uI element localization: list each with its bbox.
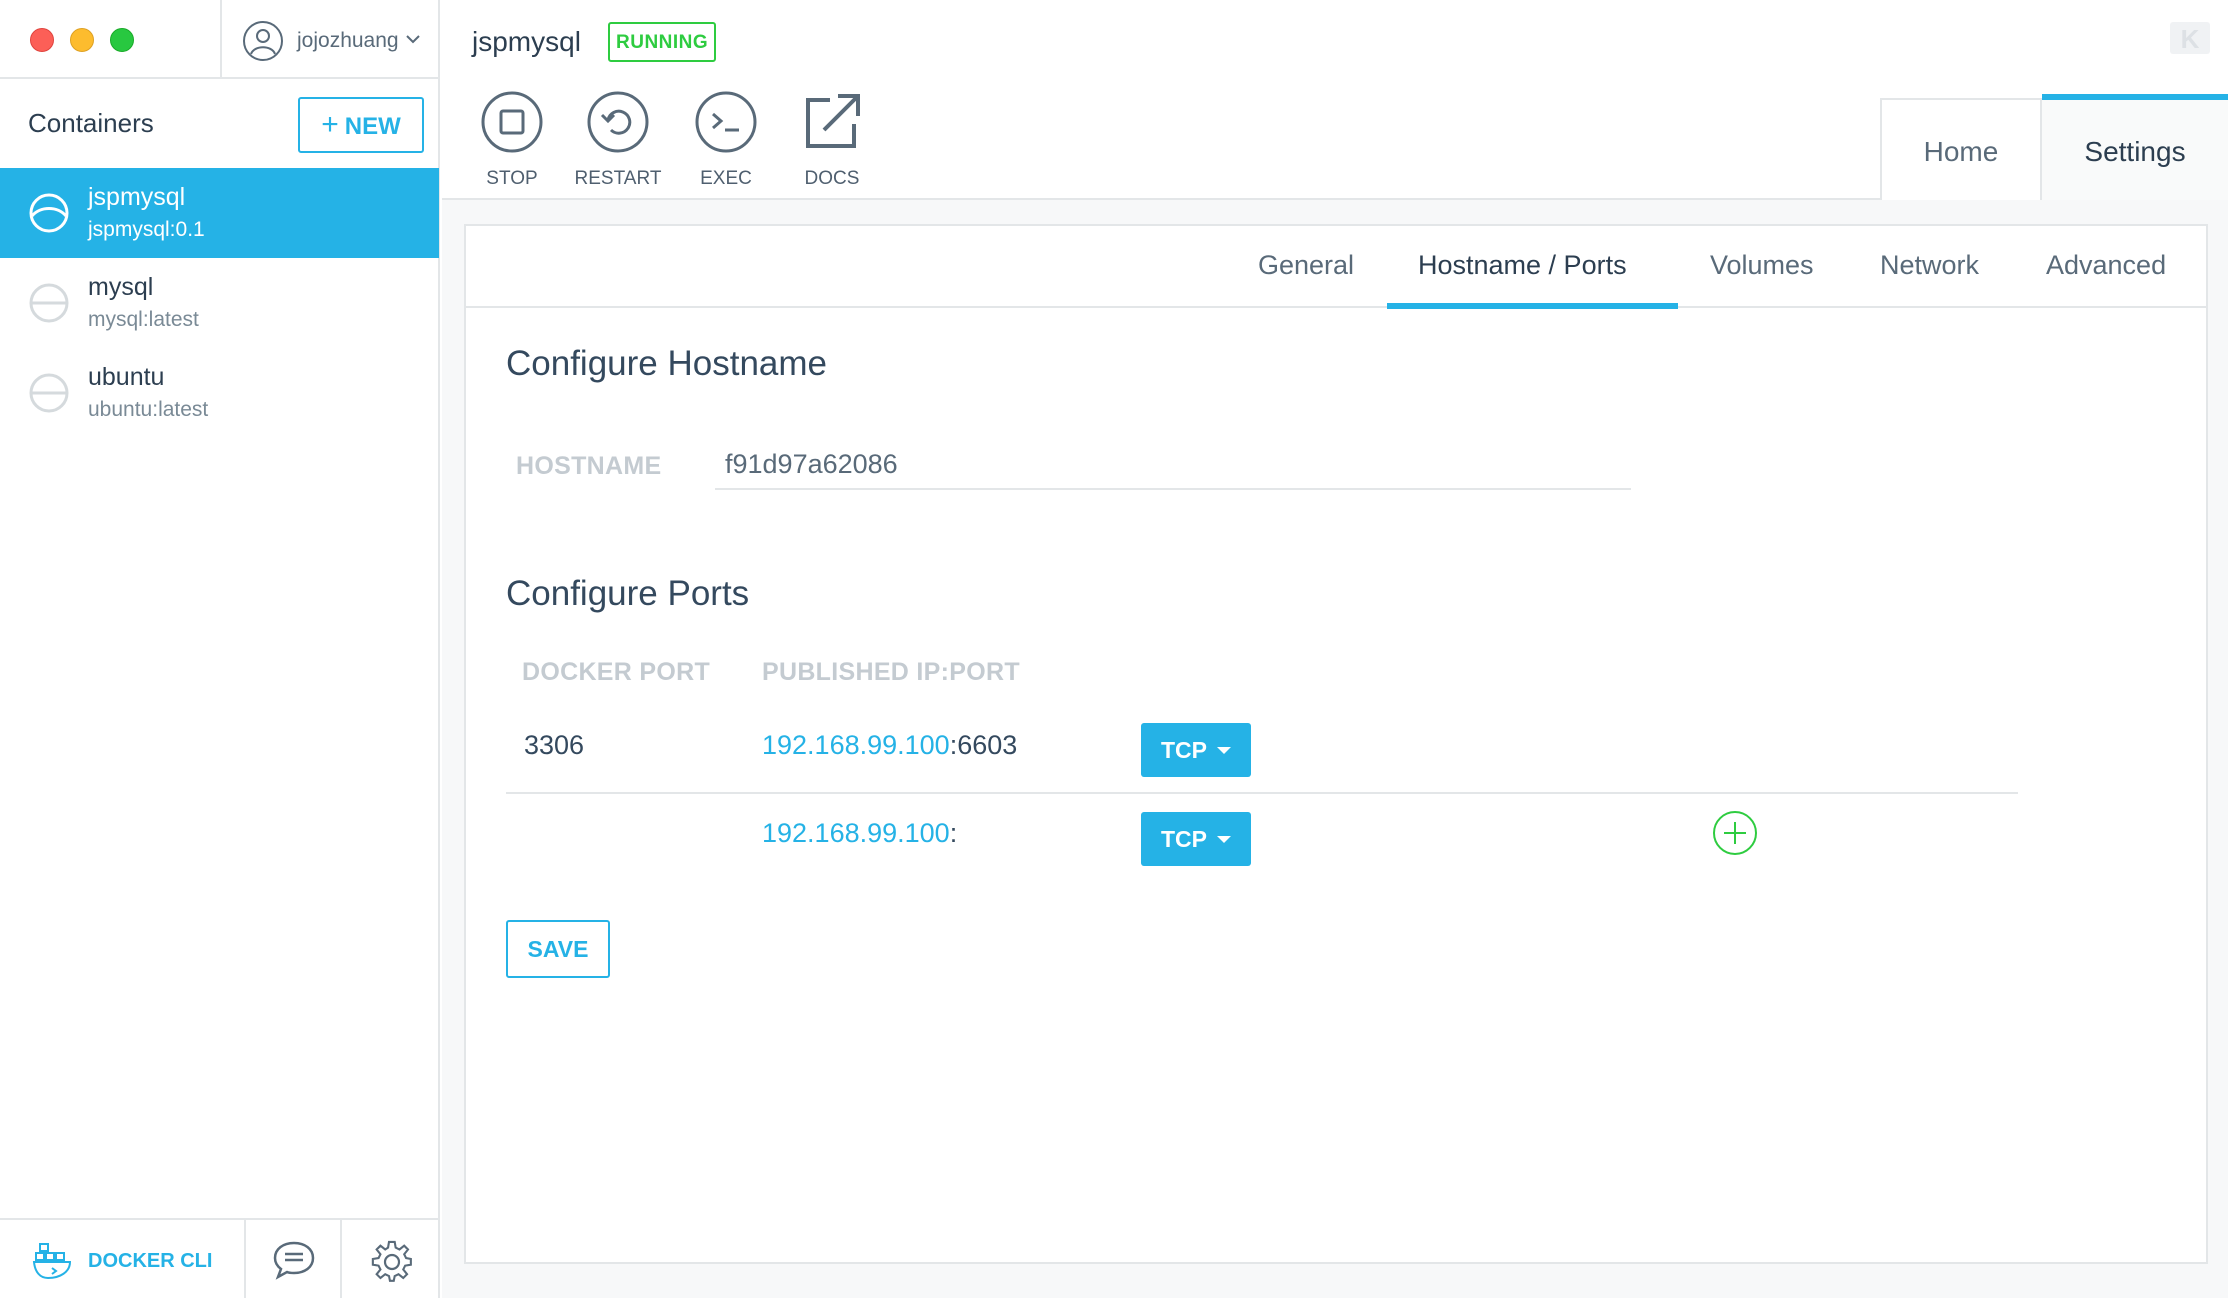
restart-icon xyxy=(587,91,649,153)
caret-down-icon xyxy=(1217,836,1231,843)
container-name: ubuntu xyxy=(88,363,165,391)
restart-button[interactable]: RESTART xyxy=(568,90,668,190)
chat-bubble-icon xyxy=(273,1241,315,1280)
sidebar-footer: DOCKER CLI xyxy=(0,1218,440,1298)
docker-cli-button[interactable]: DOCKER CLI xyxy=(0,1220,246,1298)
tab-settings[interactable]: Settings xyxy=(2042,94,2228,200)
hostname-input[interactable] xyxy=(715,440,1631,490)
published-port-value: 192.168.99.100:6603 xyxy=(762,730,1018,760)
svg-text:K: K xyxy=(2181,24,2200,54)
add-circle-icon[interactable] xyxy=(1712,810,1758,861)
plus-icon: + xyxy=(321,108,339,141)
terminal-icon xyxy=(695,91,757,153)
settings-subtabs: General Hostname / Ports Volumes Network… xyxy=(466,226,2206,309)
new-published-port: 192.168.99.100: xyxy=(762,818,958,848)
published-port-column-header: PUBLISHED IP:PORT xyxy=(762,658,1020,686)
kitematic-logo: K xyxy=(2168,20,2212,61)
docs-button[interactable]: DOCS xyxy=(782,90,882,190)
container-header: jspmysql RUNNING K STOP RESTART EXEC DOC… xyxy=(442,0,2228,200)
settings-panel: General Hostname / Ports Volumes Network… xyxy=(464,224,2208,1264)
stop-button[interactable]: STOP xyxy=(462,90,562,190)
gear-icon xyxy=(371,1240,412,1282)
stopped-status-icon xyxy=(28,282,70,329)
subtab-general[interactable]: General xyxy=(1258,250,1354,281)
container-item-mysql[interactable]: mysql mysql:latest xyxy=(0,258,439,348)
port-row-divider xyxy=(506,792,2018,794)
chevron-down-icon xyxy=(405,32,421,50)
docker-cli-label: DOCKER CLI xyxy=(88,1250,213,1272)
stop-label: STOP xyxy=(486,168,538,189)
container-image: mysql:latest xyxy=(88,308,199,331)
feedback-button[interactable] xyxy=(246,1220,342,1298)
configure-ports-heading: Configure Ports xyxy=(506,574,750,613)
container-image: jspmysql:0.1 xyxy=(88,218,205,241)
subtab-volumes[interactable]: Volumes xyxy=(1710,250,1814,281)
close-window-button[interactable] xyxy=(30,28,54,52)
published-port-number[interactable]: 6603 xyxy=(957,730,1017,760)
subtab-advanced[interactable]: Advanced xyxy=(2046,250,2166,281)
save-button[interactable]: SAVE xyxy=(506,920,610,978)
minimize-window-button[interactable] xyxy=(70,28,94,52)
subtab-hostname-ports[interactable]: Hostname / Ports xyxy=(1418,250,1627,281)
running-status-icon xyxy=(28,192,70,239)
protocol-dropdown[interactable]: TCP xyxy=(1141,723,1251,777)
published-ip-link[interactable]: 192.168.99.100 xyxy=(762,730,950,760)
container-title: jspmysql xyxy=(472,26,581,57)
published-ip-link[interactable]: 192.168.99.100 xyxy=(762,818,950,848)
new-container-button[interactable]: + NEW xyxy=(298,97,424,153)
subtab-network[interactable]: Network xyxy=(1880,250,1979,281)
docker-port-column-header: DOCKER PORT xyxy=(522,658,711,686)
caret-down-icon xyxy=(1217,747,1231,754)
active-subtab-indicator xyxy=(1387,303,1678,309)
status-badge: RUNNING xyxy=(608,22,717,62)
container-name: jspmysql xyxy=(88,183,186,211)
restart-label: RESTART xyxy=(574,168,662,189)
container-item-jspmysql[interactable]: jspmysql jspmysql:0.1 xyxy=(0,168,439,258)
zoom-window-button[interactable] xyxy=(110,28,134,52)
tab-home[interactable]: Home xyxy=(1880,98,2042,200)
user-name: jojozhuang xyxy=(297,29,399,52)
preferences-button[interactable] xyxy=(342,1220,440,1298)
user-menu[interactable]: jojozhuang xyxy=(220,0,440,79)
protocol-dropdown[interactable]: TCP xyxy=(1141,812,1251,866)
new-button-label: NEW xyxy=(344,113,401,140)
docker-whale-icon xyxy=(32,1240,76,1285)
docker-port-value: 3306 xyxy=(524,730,585,760)
hostname-label: HOSTNAME xyxy=(516,452,662,480)
containers-heading: Containers xyxy=(28,108,154,138)
configure-hostname-heading: Configure Hostname xyxy=(506,344,827,383)
external-link-icon xyxy=(806,94,860,148)
exec-label: EXEC xyxy=(700,168,752,189)
sidebar: jojozhuang Containers + NEW jspmysql jspm… xyxy=(0,0,440,1298)
exec-button[interactable]: EXEC xyxy=(676,90,776,190)
user-avatar-icon xyxy=(242,20,284,67)
container-image: ubuntu:latest xyxy=(88,398,209,421)
stopped-status-icon xyxy=(28,372,70,419)
stop-icon xyxy=(481,91,543,153)
container-item-ubuntu[interactable]: ubuntu ubuntu:latest xyxy=(0,348,439,438)
container-name: mysql xyxy=(88,273,154,301)
docs-label: DOCS xyxy=(804,168,860,189)
sidebar-top-bar: jojozhuang xyxy=(0,0,440,79)
